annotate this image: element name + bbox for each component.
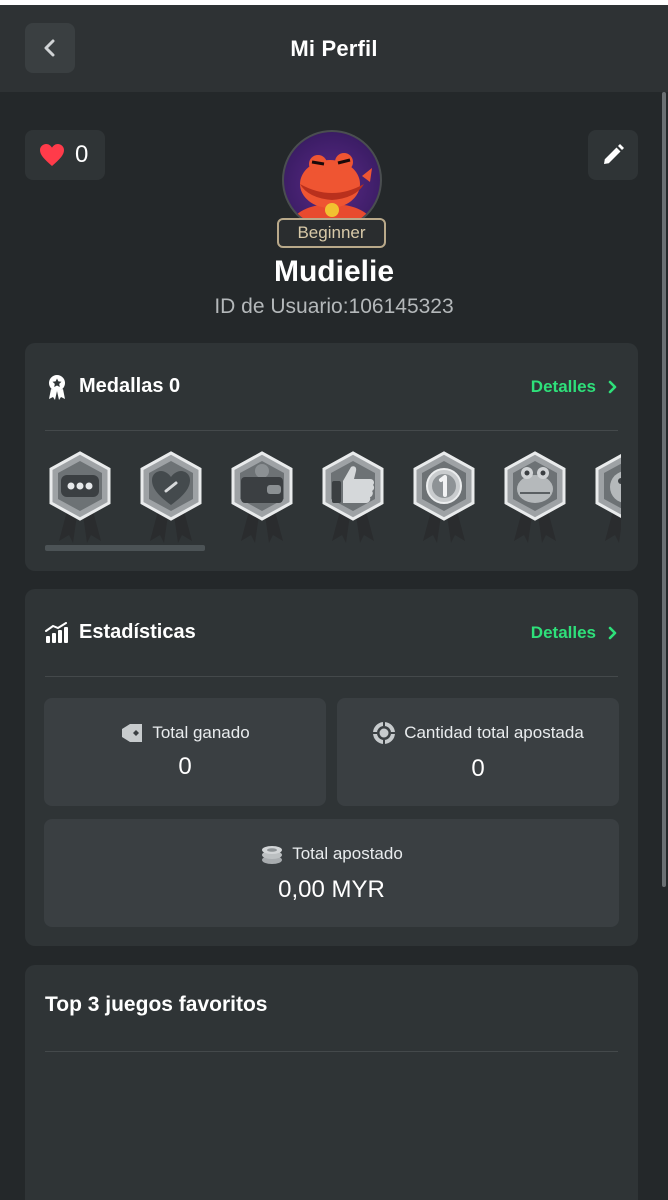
- chevron-left-icon: [44, 39, 55, 57]
- chat-bubble-medal-icon[interactable]: [45, 449, 115, 545]
- coin-stack-icon: [262, 846, 283, 864]
- medals-details-link[interactable]: Detalles: [531, 377, 618, 397]
- medals-title: Medallas 0: [45, 374, 180, 400]
- total-bet-label: Total apostado: [260, 842, 403, 866]
- top-bar: Mi Perfil: [0, 5, 668, 92]
- stats-details-label: Detalles: [530, 622, 596, 642]
- chevron-right-icon: [608, 626, 617, 639]
- total-bet-stat: Total apostado 0,00 MYR: [44, 819, 619, 927]
- medals-header: Medallas 0 Detalles: [45, 343, 618, 431]
- total-bet-count-label: Cantidad total apostada: [372, 721, 584, 745]
- favorite-games-title: Top 3 juegos favoritos: [45, 993, 268, 1016]
- thumbs-up-medal-icon[interactable]: [318, 449, 388, 545]
- crocodile-avatar-icon: [292, 153, 372, 228]
- stats-header: Estadísticas Detalles: [45, 589, 618, 677]
- medals-list[interactable]: [45, 449, 621, 545]
- total-bet-label-text: Total apostado: [292, 844, 403, 863]
- likes-count: 0: [75, 141, 89, 168]
- avatar[interactable]: [282, 130, 382, 230]
- divider: [45, 1051, 618, 1052]
- heart-medal-icon[interactable]: [136, 449, 206, 545]
- total-won-stat: Total ganado 0: [44, 698, 326, 806]
- medals-title-text: Medallas 0: [79, 375, 181, 397]
- medals-card: Medallas 0 Detalles: [25, 343, 638, 571]
- pencil-icon: [604, 144, 624, 164]
- medal-ribbon-icon: [49, 374, 65, 400]
- bar-chart-icon: [45, 621, 68, 643]
- edit-profile-button[interactable]: [588, 130, 638, 180]
- wallet-medal-icon[interactable]: [227, 449, 297, 545]
- mascot-medal-icon[interactable]: [591, 449, 621, 545]
- user-id: ID de Usuario:106145323: [214, 295, 454, 318]
- back-button[interactable]: [25, 23, 75, 73]
- stats-card: Estadísticas Detalles Total ganado 0 Can…: [25, 589, 638, 946]
- username: Mudielie: [273, 255, 394, 288]
- favorite-games-card: Top 3 juegos favoritos: [25, 965, 638, 1200]
- level-badge: Beginner: [277, 218, 386, 248]
- total-bet-count-value: 0: [471, 755, 485, 782]
- ticket-icon: [122, 724, 143, 742]
- page-title: Mi Perfil: [290, 35, 378, 61]
- page-scrollbar[interactable]: [662, 92, 666, 887]
- total-bet-count-stat: Cantidad total apostada 0: [337, 698, 619, 806]
- stats-title-text: Estadísticas: [79, 621, 196, 643]
- stats-title: Estadísticas: [45, 621, 196, 644]
- total-bet-value: 0,00 MYR: [278, 876, 385, 903]
- heart-icon: [40, 144, 64, 166]
- stats-details-link[interactable]: Detalles: [531, 623, 618, 643]
- chip-icon: [373, 722, 396, 744]
- total-won-value: 0: [178, 753, 192, 780]
- total-bet-count-label-text: Cantidad total apostada: [404, 723, 584, 742]
- medals-scrollbar[interactable]: [45, 545, 621, 551]
- medals-scroll-thumb[interactable]: [45, 545, 205, 551]
- crocodile-medal-icon[interactable]: [500, 449, 570, 545]
- number-one-medal-icon[interactable]: [409, 449, 479, 545]
- total-won-label: Total ganado: [120, 723, 250, 743]
- total-won-label-text: Total ganado: [152, 723, 250, 742]
- likes-button[interactable]: 0: [25, 130, 105, 180]
- chevron-right-icon: [608, 380, 617, 393]
- medals-details-label: Detalles: [530, 376, 596, 396]
